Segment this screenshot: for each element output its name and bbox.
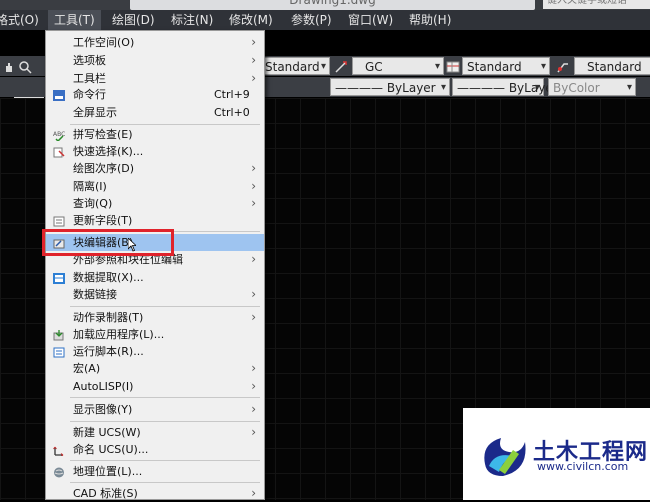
menu-item-cad-standards[interactable]: CAD 标准(S) › xyxy=(46,485,264,502)
chevron-right-icon: › xyxy=(251,196,256,210)
menu-window[interactable]: 窗口(W) xyxy=(348,10,393,30)
menu-item-display-image[interactable]: 显示图像(Y) › xyxy=(46,401,264,418)
menu-item-toolbars[interactable]: 工具栏 › xyxy=(46,70,264,87)
menu-dimension[interactable]: 标注(N) xyxy=(171,10,213,30)
menu-item-workspace[interactable]: 工作空间(O) › xyxy=(46,34,264,51)
run-script-icon xyxy=(53,346,65,358)
menu-item-run-script[interactable]: 运行脚本(R)... xyxy=(46,343,264,360)
chevron-right-icon: › xyxy=(251,486,256,500)
quick-select-icon xyxy=(53,146,65,158)
menu-item-update-field[interactable]: 更新字段(T) xyxy=(46,212,264,229)
chevron-right-icon: › xyxy=(251,287,256,301)
civilcn-logo-icon xyxy=(479,430,529,480)
chevron-right-icon: › xyxy=(251,310,256,324)
svg-text:ABC: ABC xyxy=(53,131,65,138)
menu-separator xyxy=(70,306,260,307)
menu-item-command-line[interactable]: 命令行 Ctrl+9 xyxy=(46,86,264,103)
chevron-right-icon: › xyxy=(251,402,256,416)
menu-item-action-recorder[interactable]: 动作录制器(T) › xyxy=(46,309,264,326)
linetype-select[interactable]: ———— ByLayer ▾ xyxy=(330,78,450,96)
menu-parametric[interactable]: 参数(P) xyxy=(291,10,332,30)
menu-bar: 格式(O) 工具(T) 绘图(D) 标注(N) 修改(M) 参数(P) 窗口(W… xyxy=(0,10,650,30)
chevron-right-icon: › xyxy=(251,71,256,85)
menu-draw[interactable]: 绘图(D) xyxy=(112,10,155,30)
menu-modify[interactable]: 修改(M) xyxy=(229,10,273,30)
menu-item-named-ucs[interactable]: 命名 UCS(U)... xyxy=(46,441,264,458)
menu-item-quick-select[interactable]: 快速选择(K)... xyxy=(46,143,264,160)
watermark: 土木工程网 www.civilcn.com xyxy=(463,408,650,500)
menu-item-macros[interactable]: 宏(A) › xyxy=(46,360,264,377)
load-app-icon xyxy=(53,329,65,341)
zoom-icon[interactable] xyxy=(18,59,32,74)
menu-item-fullscreen[interactable]: 全屏显示 Ctrl+0 xyxy=(46,104,264,121)
search-input[interactable]: 键入关键字或短语 xyxy=(543,0,650,9)
menu-separator xyxy=(70,124,260,125)
menu-item-spell-check[interactable]: ABC 拼写检查(E) xyxy=(46,126,264,143)
mouse-cursor-icon xyxy=(127,237,138,252)
lineweight-select[interactable]: ———— ByLayer ▾ xyxy=(452,78,558,96)
menu-item-data-extraction[interactable]: 数据提取(X)... xyxy=(46,269,264,286)
menu-separator xyxy=(70,482,260,483)
dim-style-select[interactable]: GC ▾ xyxy=(352,57,444,75)
named-ucs-icon xyxy=(53,444,65,457)
table-style-select[interactable]: Standard ▾ xyxy=(462,57,550,75)
dim-style-icon xyxy=(334,59,348,73)
chevron-right-icon: › xyxy=(251,252,256,266)
update-field-icon xyxy=(53,215,65,227)
highlight-annotation-box xyxy=(42,229,174,256)
title-bar: Drawing1.dwg 键入关键字或短语 xyxy=(0,0,650,10)
tools-dropdown-menu: 工作空间(O) › 选项板 › 工具栏 › 命令行 Ctrl+9 全屏显示 Ctrl+0 … xyxy=(45,30,265,500)
watermark-url: www.civilcn.com xyxy=(537,460,629,473)
menu-item-draw-order[interactable]: 绘图次序(D) › xyxy=(46,160,264,177)
menu-item-geolocation[interactable]: 地理位置(L)... xyxy=(46,463,264,480)
chevron-right-icon: › xyxy=(251,379,256,393)
pan-icon[interactable] xyxy=(2,59,16,73)
plotstyle-select[interactable]: ByColor ▾ xyxy=(548,78,636,96)
menu-item-inquiry[interactable]: 查询(Q) › xyxy=(46,195,264,212)
menu-item-isolate[interactable]: 隔离(I) › xyxy=(46,178,264,195)
table-style-icon xyxy=(446,59,460,73)
chevron-right-icon: › xyxy=(251,35,256,49)
menu-item-palettes[interactable]: 选项板 › xyxy=(46,52,264,69)
chevron-right-icon: › xyxy=(251,179,256,193)
multileader-style-icon xyxy=(556,59,570,73)
menu-separator xyxy=(70,421,260,422)
text-style-select[interactable]: Standard ▾ xyxy=(260,57,330,75)
menu-item-autolisp[interactable]: AutoLISP(I) › xyxy=(46,378,264,395)
menu-item-data-link[interactable]: 数据链接 › xyxy=(46,286,264,303)
chevron-right-icon: › xyxy=(251,161,256,175)
chevron-right-icon: › xyxy=(251,53,256,67)
document-title: Drawing1.dwg xyxy=(130,0,535,10)
menu-item-new-ucs[interactable]: 新建 UCS(W) › xyxy=(46,424,264,441)
multileader-style-select[interactable]: Standard xyxy=(574,57,650,75)
menu-item-load-application[interactable]: 加载应用程序(L)... xyxy=(46,326,264,343)
menu-tools[interactable]: 工具(T) xyxy=(48,10,101,30)
chevron-right-icon: › xyxy=(251,425,256,439)
geolocation-icon xyxy=(53,466,65,478)
spell-check-icon: ABC xyxy=(53,129,65,143)
command-line-icon xyxy=(53,89,65,101)
menu-format[interactable]: 格式(O) xyxy=(0,10,39,30)
menu-separator xyxy=(70,397,260,398)
data-extraction-icon xyxy=(53,272,65,284)
chevron-right-icon: › xyxy=(251,361,256,375)
menu-help[interactable]: 帮助(H) xyxy=(409,10,451,30)
menu-separator xyxy=(70,460,260,461)
